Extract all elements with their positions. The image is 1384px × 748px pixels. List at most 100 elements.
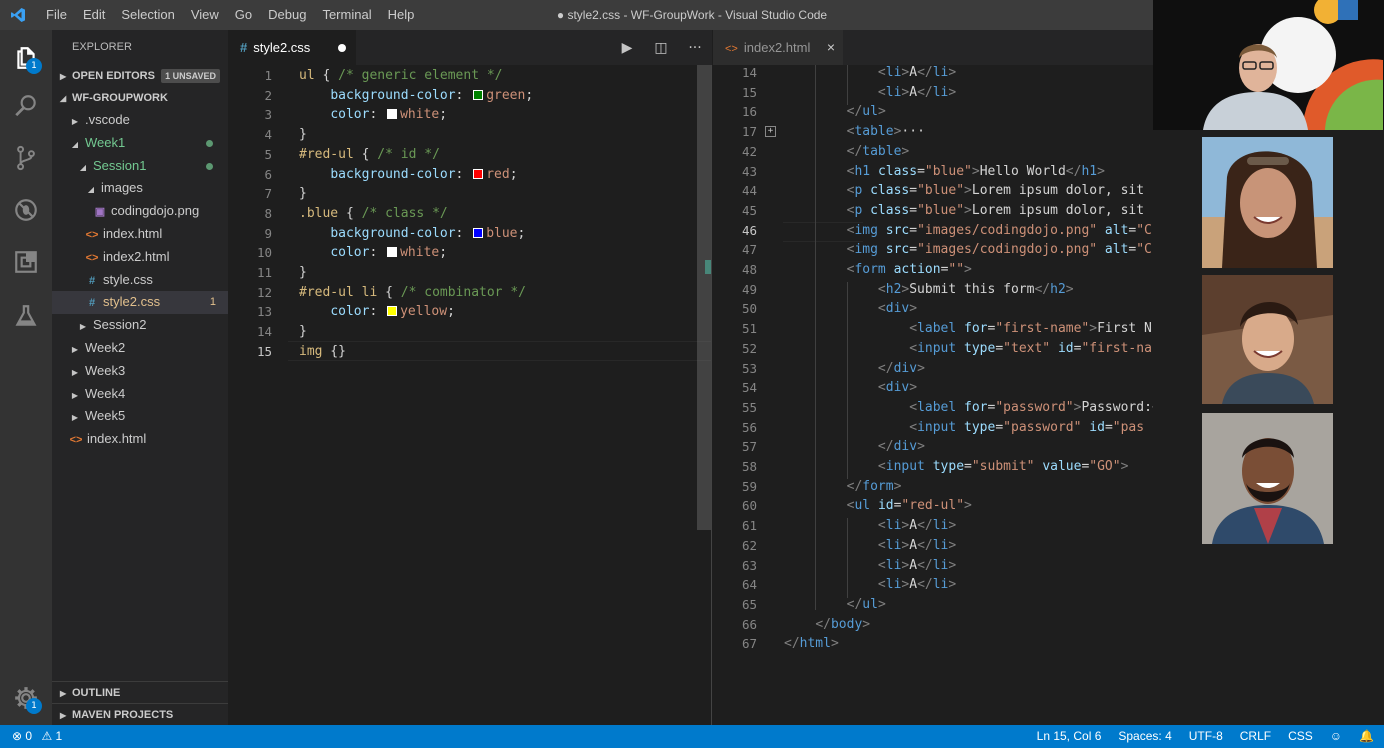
menu-terminal[interactable]: Terminal (314, 0, 379, 30)
line-number: 44 (741, 183, 757, 199)
code-token: } (299, 127, 307, 143)
feedback-smiley-icon[interactable]: ☺ (1330, 725, 1342, 748)
extensions-activity[interactable] (0, 238, 52, 286)
color-swatch-icon[interactable] (473, 168, 484, 179)
maven-projects-section[interactable]: ▶ MAVEN PROJECTS (52, 703, 228, 725)
html-file-icon: <> (85, 251, 99, 264)
color-swatch-icon[interactable] (387, 109, 398, 120)
source-control-activity[interactable] (0, 134, 52, 182)
line-endings[interactable]: CRLF (1240, 725, 1271, 748)
menu-selection[interactable]: Selection (113, 0, 182, 30)
open-editors-section[interactable]: ▶ OPEN EDITORS 1 UNSAVED (52, 65, 228, 87)
tab-index2-html[interactable]: <> index2.html × (713, 30, 843, 65)
code-token: { (314, 68, 339, 83)
color-swatch-icon[interactable] (473, 89, 484, 100)
menu-file[interactable]: File (38, 0, 75, 30)
code-token: ; (525, 87, 534, 103)
outline-section[interactable]: ▶ OUTLINE (52, 681, 228, 703)
tree-item[interactable]: # style.css (52, 269, 228, 292)
participant-image-1 (1202, 137, 1333, 268)
code-token: label (917, 321, 957, 337)
more-actions-icon[interactable]: ··· (678, 40, 712, 56)
chevron-right-icon: ▶ (71, 413, 79, 423)
run-icon[interactable]: ▶ (610, 40, 644, 56)
code-token: Lorem ipsum dolor, sit (971, 183, 1145, 199)
line-number: 6 (264, 166, 272, 182)
error-icon: ⊗ (12, 729, 23, 743)
color-swatch-icon[interactable] (387, 247, 398, 258)
code-token: > (877, 596, 886, 612)
tree-item[interactable]: ▣ codingdojo.png (52, 200, 228, 223)
tree-item[interactable]: ▶ Week2 (52, 337, 228, 360)
encoding[interactable]: UTF-8 (1189, 725, 1223, 748)
chevron-right-icon: ▶ (71, 117, 79, 126)
tree-item[interactable]: <> index.html (52, 223, 228, 246)
menu-go[interactable]: Go (227, 0, 260, 30)
cursor-position[interactable]: Ln 15, Col 6 (1037, 725, 1102, 748)
fold-expand-icon[interactable]: + (765, 126, 776, 138)
line-number: 10 (256, 245, 272, 261)
explorer-activity[interactable]: 1 (0, 34, 52, 82)
language-mode[interactable]: CSS (1288, 725, 1313, 748)
code-token: value (1042, 459, 1082, 474)
css-editor[interactable]: 1 2 3 4 5 6 7 8 9 10 11 12 13 14 15 ul { /* generic el… (228, 65, 712, 725)
line-number: 7 (264, 186, 272, 202)
color-swatch-icon[interactable] (473, 227, 484, 238)
search-activity[interactable] (0, 82, 52, 130)
line-number: 42 (741, 143, 757, 159)
vertical-scrollbar[interactable] (697, 65, 711, 530)
code-token: "submit" (971, 459, 1035, 474)
color-swatch-icon[interactable] (387, 306, 398, 317)
menu-view[interactable]: View (183, 0, 227, 30)
debug-activity[interactable] (0, 186, 52, 234)
participant-video-2 (1202, 275, 1333, 404)
code-token: background-color (330, 87, 456, 103)
indentation[interactable]: Spaces: 4 (1118, 725, 1171, 748)
tree-item[interactable]: ◢ Session1 (52, 155, 228, 178)
tree-item[interactable]: ◢ Week1 (52, 132, 228, 155)
code-token: alt (1104, 242, 1129, 258)
code-token: > (964, 262, 972, 277)
problems-indicator[interactable]: ⊗ 0 ⚠ 1 (12, 725, 62, 748)
menu-edit[interactable]: Edit (75, 0, 113, 30)
code-token: > (1120, 459, 1129, 474)
code-token: /* id */ (377, 146, 440, 162)
tree-item[interactable]: ▶ Week3 (52, 360, 228, 383)
tree-item[interactable]: ▶ Session2 (52, 314, 228, 337)
line-number: 14 (256, 324, 272, 340)
tree-item[interactable]: # style2.css 1 (52, 291, 228, 315)
tree-item[interactable]: ▶ .vscode (52, 109, 228, 132)
test-activity[interactable] (0, 292, 52, 340)
close-icon[interactable]: × (827, 30, 835, 65)
chevron-right-icon: ▶ (71, 344, 79, 354)
tree-item[interactable]: ▶ Week4 (52, 383, 228, 406)
current-line-highlight (288, 341, 711, 361)
workspace-section[interactable]: ◢ WF-GROUPWORK (52, 87, 228, 109)
code-token: for (964, 321, 988, 337)
unsaved-dot-icon[interactable] (338, 44, 346, 52)
settings-activity[interactable]: 1 (0, 674, 52, 722)
notifications-bell-icon[interactable]: 🔔 (1359, 725, 1374, 748)
chevron-down-icon: ◢ (60, 94, 67, 103)
code-token: </ (846, 596, 863, 612)
tree-item[interactable]: ◢ images (52, 177, 228, 200)
split-editor-icon[interactable]: ◫ (644, 40, 678, 56)
tree-item[interactable]: <> index2.html (52, 246, 228, 269)
line-number: 17 (741, 124, 757, 140)
tree-item[interactable]: <> index.html (52, 428, 228, 451)
menu-help[interactable]: Help (380, 0, 423, 30)
code-token: > (948, 84, 957, 100)
code-token: src (885, 242, 910, 258)
tab-style2-css[interactable]: # style2.css (228, 30, 356, 65)
menu-debug[interactable]: Debug (260, 0, 314, 30)
tree-item[interactable]: ▶ Week5 (52, 405, 228, 428)
html-file-icon: <> (69, 434, 83, 447)
status-bar: ⊗ 0 ⚠ 1 Ln 15, Col 6 Spaces: 4 UTF-8 CRL… (0, 725, 1384, 748)
image-file-icon: ▣ (94, 206, 106, 219)
html-editor[interactable]: 14 15 16 17 +42 43 44 45 46 47 48 49 50 51 52 53 54 55 56 5… (713, 65, 1153, 725)
